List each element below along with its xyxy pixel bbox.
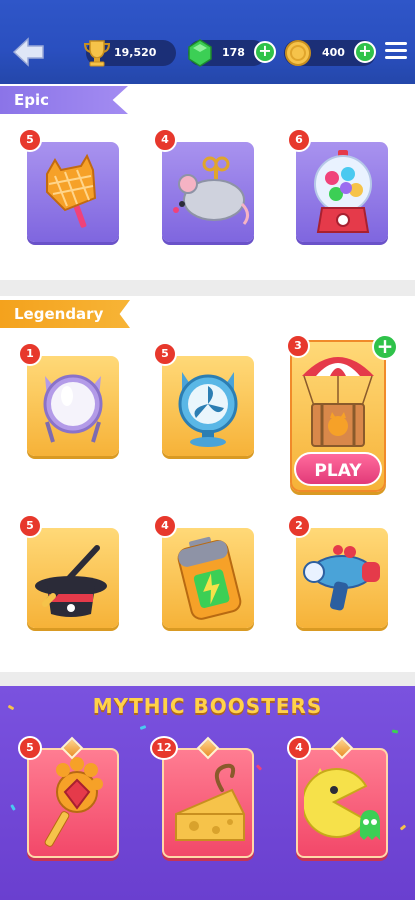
- trophy-counter: 19,520: [83, 40, 176, 67]
- count-badge: 5: [18, 514, 42, 538]
- confetti: [10, 804, 16, 811]
- coin-count: 400: [322, 46, 345, 59]
- trophy-icon: [82, 37, 112, 73]
- mythic-card-cheese[interactable]: [162, 748, 254, 858]
- count-badge: 3: [286, 334, 310, 358]
- hamburger-menu-icon[interactable]: [385, 42, 407, 62]
- legendary-card-parachute-crate[interactable]: PLAY: [290, 340, 386, 492]
- count-badge: 4: [153, 128, 177, 152]
- pacman-cat-icon: [304, 768, 380, 840]
- confetti: [391, 729, 399, 734]
- cat-mirror-icon: [43, 374, 103, 443]
- battery-icon: [177, 536, 242, 620]
- legendary-card-ray-gun[interactable]: [296, 528, 388, 628]
- legendary-card-battery[interactable]: [162, 528, 254, 628]
- count-badge: 5: [18, 736, 42, 760]
- top-bar: 19,520 178 + 400 +: [0, 0, 415, 84]
- add-gems-button[interactable]: +: [254, 41, 276, 63]
- add-booster-button[interactable]: +: [372, 334, 398, 360]
- add-coins-button[interactable]: +: [354, 41, 376, 63]
- legendary-section: Legendary 1 5 PLAY 3 + 5 4 2: [0, 296, 415, 672]
- parachute-cat-crate-icon: [302, 357, 374, 447]
- cheese-mouse-icon: [175, 763, 245, 841]
- epic-section: Epic 5 4 6: [0, 84, 415, 280]
- gem-count: 178: [222, 46, 245, 59]
- epic-card-windup-mouse[interactable]: [162, 142, 254, 242]
- count-badge: 4: [153, 514, 177, 538]
- count-badge: 5: [153, 342, 177, 366]
- mythic-card-paw-wand[interactable]: [27, 748, 119, 858]
- windup-mouse-icon: [173, 156, 249, 225]
- fly-swatter-icon: [46, 153, 97, 228]
- gumball-machine-icon: [314, 150, 372, 233]
- mythic-title: MYTHIC BOOSTERS: [92, 694, 323, 718]
- epic-card-gumball-machine[interactable]: [296, 142, 388, 242]
- count-badge: 5: [18, 128, 42, 152]
- magic-hat-icon: [35, 545, 107, 617]
- confetti: [399, 824, 407, 831]
- count-badge: 6: [287, 128, 311, 152]
- trophy-count: 19,520: [114, 46, 157, 59]
- legendary-card-cat-fan[interactable]: [162, 356, 254, 456]
- epic-card-fly-swatter[interactable]: [27, 142, 119, 242]
- back-arrow-icon[interactable]: [10, 36, 46, 68]
- cat-fan-icon: [178, 372, 238, 447]
- mythic-boosters-section: MYTHIC BOOSTERS 5 12 4: [0, 686, 415, 900]
- count-badge: 1: [18, 342, 42, 366]
- play-button[interactable]: PLAY: [294, 452, 382, 486]
- gold-coin-icon: [284, 39, 312, 71]
- paw-wand-icon: [44, 757, 103, 847]
- count-badge: 4: [287, 736, 311, 760]
- green-gem-icon: [186, 38, 214, 72]
- confetti: [255, 764, 263, 771]
- mythic-card-pacman[interactable]: [296, 748, 388, 858]
- count-badge: 2: [287, 514, 311, 538]
- confetti: [139, 725, 147, 730]
- legendary-card-cat-mirror[interactable]: [27, 356, 119, 456]
- booster-inventory-screen: 19,520 178 + 400 + Epic 5 4 6 Legendary …: [0, 0, 415, 900]
- ray-gun-icon: [303, 545, 380, 611]
- legendary-label: Legendary: [0, 300, 130, 328]
- legendary-card-magic-hat[interactable]: [27, 528, 119, 628]
- count-badge: 12: [150, 736, 178, 760]
- epic-label: Epic: [0, 86, 128, 114]
